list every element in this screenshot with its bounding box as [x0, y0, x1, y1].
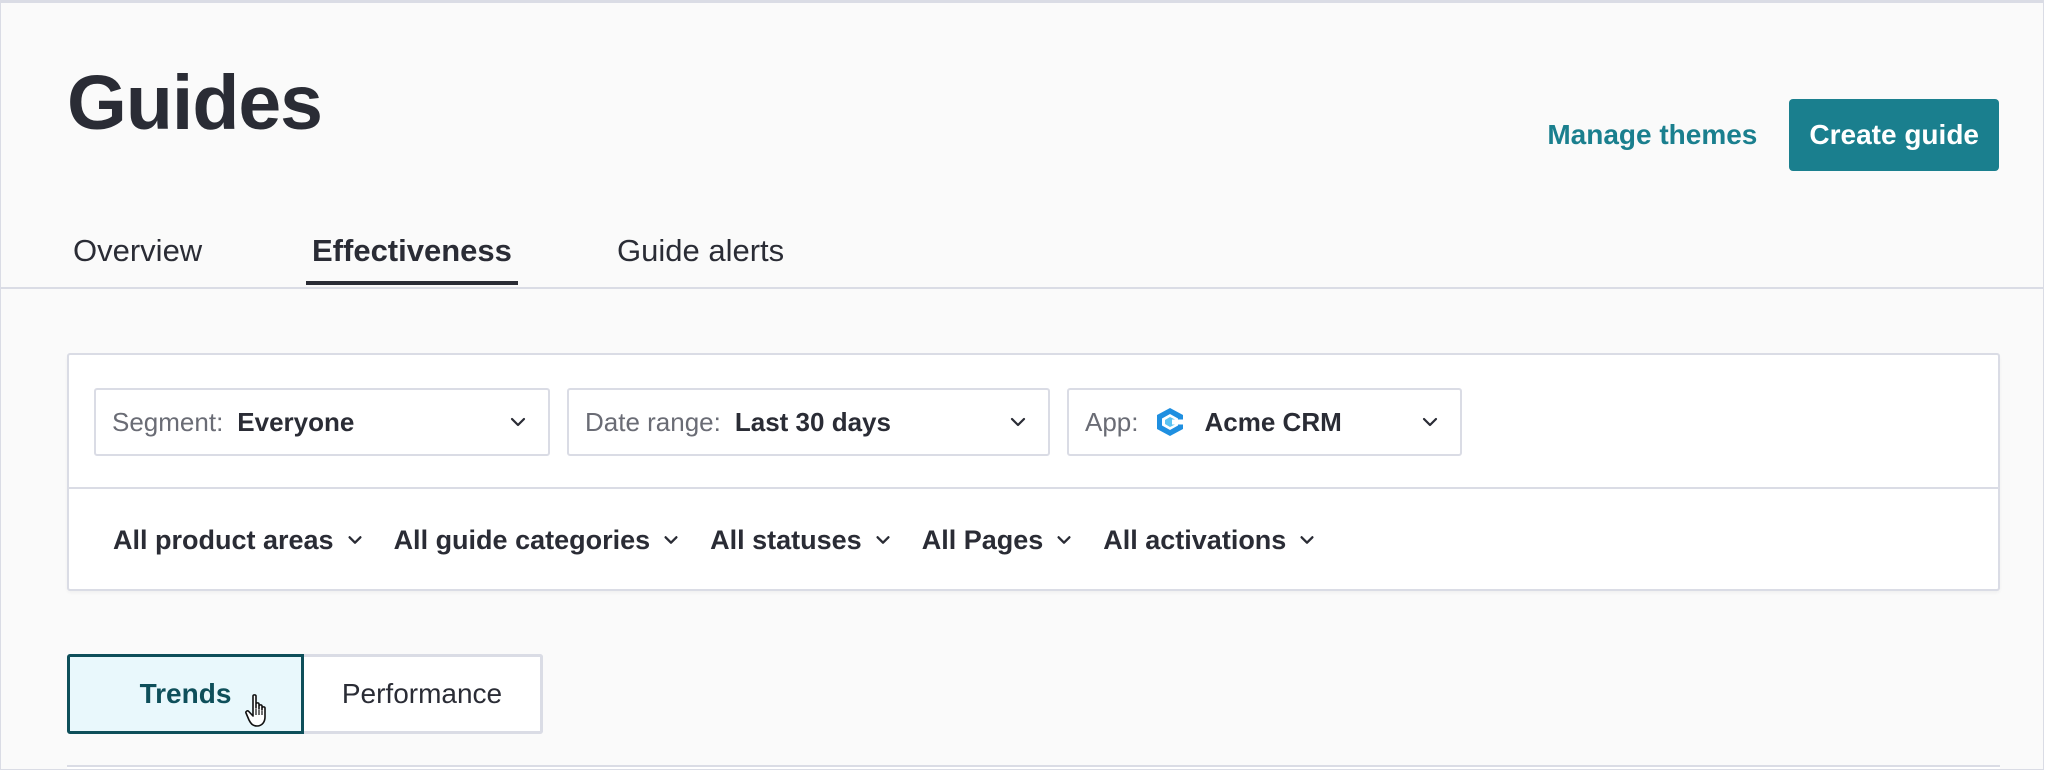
segment-label: Segment: [112, 406, 224, 437]
chevron-down-icon [347, 536, 362, 544]
guide-categories-label: All guide categories [393, 524, 651, 555]
content-panel-edge [67, 765, 2000, 769]
filter-card: Segment: Everyone Date range: Last 30 da… [67, 353, 2000, 591]
chevron-down-icon [1057, 536, 1071, 544]
trends-toggle-button[interactable]: Trends [67, 654, 304, 734]
pages-label: All Pages [921, 524, 1044, 555]
guide-categories-filter[interactable]: All guide categories [394, 525, 681, 556]
activations-filter[interactable]: All activations [1103, 525, 1316, 556]
statuses-label: All statuses [710, 524, 862, 555]
statuses-filter[interactable]: All statuses [710, 525, 892, 556]
segment-select[interactable]: Segment: Everyone [94, 388, 550, 456]
app-select[interactable]: App: Acme CRM [1067, 388, 1462, 456]
pages-filter[interactable]: All Pages [922, 525, 1074, 556]
create-guide-button[interactable]: Create guide [1789, 99, 1999, 171]
header-actions: Manage themes Create guide [1547, 99, 1999, 171]
tab-effectiveness[interactable]: Effectiveness [306, 233, 518, 285]
app-value: Acme CRM [1204, 406, 1342, 437]
acme-crm-logo-icon [1156, 408, 1183, 436]
activations-label: All activations [1103, 524, 1287, 555]
chevron-down-icon [510, 417, 526, 427]
chevron-down-icon [1300, 536, 1314, 544]
tab-overview[interactable]: Overview [67, 233, 208, 285]
date-range-select[interactable]: Date range: Last 30 days [567, 388, 1050, 456]
app-label: App: [1085, 406, 1139, 437]
manage-themes-button[interactable]: Manage themes [1547, 119, 1757, 151]
product-areas-label: All product areas [113, 524, 334, 555]
chevron-down-icon [1010, 417, 1026, 427]
performance-toggle-button[interactable]: Performance [304, 654, 543, 734]
performance-label: Performance [341, 678, 503, 709]
segment-value: Everyone [237, 406, 355, 437]
guides-page: Guides Manage themes Create guide Overvi… [0, 0, 2044, 770]
chevron-down-icon [664, 536, 678, 544]
filter-row-secondary: All product areas All guide categories A… [113, 507, 1316, 573]
trends-label: Trends [139, 678, 232, 709]
date-range-value: Last 30 days [734, 406, 891, 437]
hand-pointer-cursor-icon [245, 694, 266, 727]
page-title: Guides [67, 60, 323, 146]
chevron-down-icon [876, 536, 890, 544]
filter-row-primary: Segment: Everyone Date range: Last 30 da… [69, 355, 1998, 489]
tab-guide-alerts[interactable]: Guide alerts [611, 233, 790, 285]
view-toggle: Trends Performance [67, 654, 543, 734]
chevron-down-icon [1422, 417, 1438, 427]
product-areas-filter[interactable]: All product areas [113, 525, 364, 556]
tab-bar: Overview Effectiveness Guide alerts [1, 221, 2043, 289]
date-range-label: Date range: [585, 406, 721, 437]
